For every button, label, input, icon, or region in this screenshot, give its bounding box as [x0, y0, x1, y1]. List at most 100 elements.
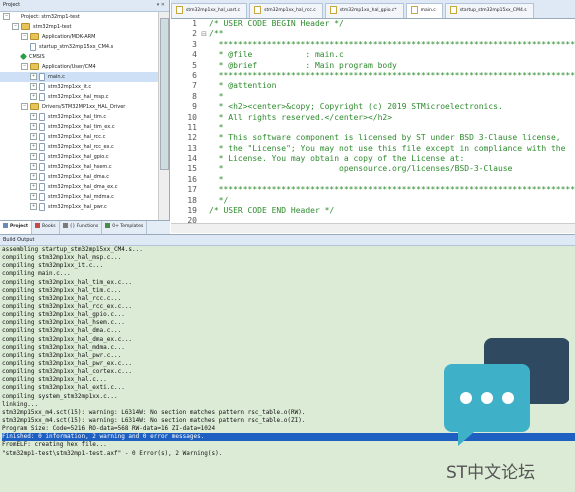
tree-item[interactable]: CMSIS: [0, 52, 158, 62]
code-line[interactable]: * opensource.org/licenses/BSD-3-Clause: [209, 164, 575, 174]
tree-expander-icon[interactable]: +: [30, 143, 37, 150]
code-line[interactable]: * @file : main.c: [209, 50, 575, 60]
tree-expander-icon[interactable]: −: [12, 23, 19, 30]
tree-item[interactable]: + main.c: [0, 72, 158, 82]
code-line[interactable]: */: [209, 196, 575, 206]
tree-expander-icon[interactable]: +: [30, 153, 37, 160]
tree-item[interactable]: − stm32mp1-test: [0, 22, 158, 32]
fold-marker[interactable]: ⊟: [199, 29, 209, 39]
fold-marker[interactable]: [199, 175, 209, 185]
tree-item[interactable]: + stm32mp1xx_hal_dma.c: [0, 172, 158, 182]
fold-marker[interactable]: [199, 61, 209, 71]
tree-expander-icon[interactable]: +: [30, 123, 37, 130]
code-line[interactable]: /**: [209, 29, 575, 39]
tree-expander-icon[interactable]: +: [30, 163, 37, 170]
fold-marker[interactable]: [199, 102, 209, 112]
editor-tab[interactable]: stm32mp1xx_hal_rcc.c: [249, 3, 323, 18]
code-line[interactable]: ****************************************…: [209, 185, 575, 195]
tree-item[interactable]: + stm32mp1xx_it.c: [0, 82, 158, 92]
fold-marker[interactable]: [199, 154, 209, 164]
tree-expander-icon[interactable]: +: [30, 73, 37, 80]
fold-marker[interactable]: [199, 164, 209, 174]
code-lines[interactable]: /* USER CODE BEGIN Header *//** ********…: [209, 19, 575, 227]
project-pane-tab[interactable]: Project: [0, 221, 33, 234]
code-line[interactable]: ****************************************…: [209, 71, 575, 81]
fold-marker[interactable]: [199, 19, 209, 29]
fold-marker[interactable]: [199, 81, 209, 91]
code-line[interactable]: * @attention: [209, 81, 575, 91]
tree-item[interactable]: + stm32mp1xx_hal_tim.c: [0, 112, 158, 122]
build-output-line[interactable]: compiling stm32mp1xx_hal_tim_ex.c...: [2, 279, 575, 287]
tree-expander-icon[interactable]: +: [30, 193, 37, 200]
tree-expander-icon[interactable]: −: [21, 33, 28, 40]
tree-item[interactable]: + stm32mp1xx_hal_gpio.c: [0, 152, 158, 162]
fold-marker[interactable]: [199, 144, 209, 154]
editor-tab[interactable]: stm32mp1xx_hal_uart.c: [171, 3, 248, 18]
code-line[interactable]: * This software component is licensed by…: [209, 133, 575, 143]
fold-marker[interactable]: [199, 40, 209, 50]
code-line[interactable]: * License. You may obtain a copy of the …: [209, 154, 575, 164]
build-output-line[interactable]: compiling stm32mp1xx_hal_dma.c...: [2, 327, 575, 335]
code-line[interactable]: * the "License"; You may not use this fi…: [209, 144, 575, 154]
fold-marker[interactable]: [199, 185, 209, 195]
tree-expander-icon[interactable]: +: [30, 83, 37, 90]
build-output-line[interactable]: compiling stm32mp1xx_it.c...: [2, 262, 575, 270]
project-pane-controls[interactable]: ▾ ✕: [157, 0, 165, 11]
tree-item[interactable]: startup_stm32mp15xx_CM4.s: [0, 42, 158, 52]
build-output-line[interactable]: compiling stm32mp1xx_hal_tim.c...: [2, 287, 575, 295]
code-line[interactable]: /* USER CODE END Header */: [209, 206, 575, 216]
code-line[interactable]: * <h2><center>&copy; Copyright (c) 2019 …: [209, 102, 575, 112]
project-pane-tab[interactable]: {} Functions: [60, 221, 103, 234]
tree-item[interactable]: + stm32mp1xx_hal_msp.c: [0, 92, 158, 102]
tree-expander-icon[interactable]: +: [30, 183, 37, 190]
tree-item[interactable]: + stm32mp1xx_hal_mdma.c: [0, 192, 158, 202]
project-pane-tab[interactable]: Books: [32, 221, 60, 234]
build-output-line[interactable]: compiling stm32mp1xx_hal_gpio.c...: [2, 311, 575, 319]
project-tree-scrollbar[interactable]: [158, 12, 169, 220]
tree-item[interactable]: − Drivers/STM32MP1xx_HAL_Driver: [0, 102, 158, 112]
editor-tab[interactable]: startup_stm32mp15xx_CM4.s: [444, 3, 534, 18]
project-pane-tab[interactable]: 0+ Templates: [102, 221, 148, 234]
tree-expander-icon[interactable]: +: [30, 93, 37, 100]
code-line[interactable]: * @brief : Main program body: [209, 61, 575, 71]
fold-marker[interactable]: [199, 206, 209, 216]
tree-item[interactable]: + stm32mp1xx_hal_tim_ex.c: [0, 122, 158, 132]
code-line[interactable]: *: [209, 123, 575, 133]
code-editor[interactable]: 1 2 3 4 5 6 7 8 9 10 11 12 13 14 15 16 17 18 19 20 ⊟ /* USE…: [171, 19, 575, 233]
tree-expander-icon[interactable]: −: [3, 13, 10, 20]
tree-item[interactable]: − Project: stm32mp1-test: [0, 12, 158, 22]
fold-marker[interactable]: [199, 113, 209, 123]
code-line[interactable]: /* USER CODE BEGIN Header */: [209, 19, 575, 29]
fold-marker[interactable]: [199, 92, 209, 102]
editor-horizontal-scrollbar[interactable]: [171, 223, 575, 233]
tree-item[interactable]: − Application/MDK-ARM: [0, 32, 158, 42]
tree-item[interactable]: + stm32mp1xx_hal_rcc.c: [0, 132, 158, 142]
tree-expander-icon[interactable]: +: [30, 173, 37, 180]
code-line[interactable]: *: [209, 175, 575, 185]
build-output-line[interactable]: assembling startup_stm32mp15xx_CM4.s...: [2, 246, 575, 254]
tree-item[interactable]: + stm32mp1xx_hal_hsem.c: [0, 162, 158, 172]
editor-tab[interactable]: main.c: [405, 3, 443, 18]
tree-expander-icon[interactable]: +: [30, 113, 37, 120]
tree-item[interactable]: + stm32mp1xx_hal_dma_ex.c: [0, 182, 158, 192]
fold-marker[interactable]: [199, 123, 209, 133]
build-output-line[interactable]: compiling main.c...: [2, 270, 575, 278]
fold-marker[interactable]: [199, 133, 209, 143]
build-output-line[interactable]: compiling stm32mp1xx_hal_msp.c...: [2, 254, 575, 262]
tree-expander-icon[interactable]: +: [30, 203, 37, 210]
tree-expander-icon[interactable]: −: [21, 63, 28, 70]
build-output-line[interactable]: compiling stm32mp1xx_hal_rcc_ex.c...: [2, 303, 575, 311]
fold-marker[interactable]: [199, 196, 209, 206]
editor-tab[interactable]: stm32mp1xx_hal_gpio.c*: [324, 3, 404, 18]
tree-expander-icon[interactable]: +: [30, 133, 37, 140]
code-line[interactable]: * All rights reserved.</center></h2>: [209, 113, 575, 123]
build-output-line[interactable]: compiling stm32mp1xx_hal_hsem.c...: [2, 319, 575, 327]
fold-marker[interactable]: [199, 71, 209, 81]
tree-item[interactable]: + stm32mp1xx_hal_pwr.c: [0, 202, 158, 212]
tree-expander-icon[interactable]: −: [21, 103, 28, 110]
scrollbar-thumb[interactable]: [160, 18, 169, 170]
code-line[interactable]: *: [209, 92, 575, 102]
fold-marker[interactable]: [199, 50, 209, 60]
build-output-line[interactable]: compiling stm32mp1xx_hal_rcc.c...: [2, 295, 575, 303]
code-line[interactable]: ****************************************…: [209, 40, 575, 50]
